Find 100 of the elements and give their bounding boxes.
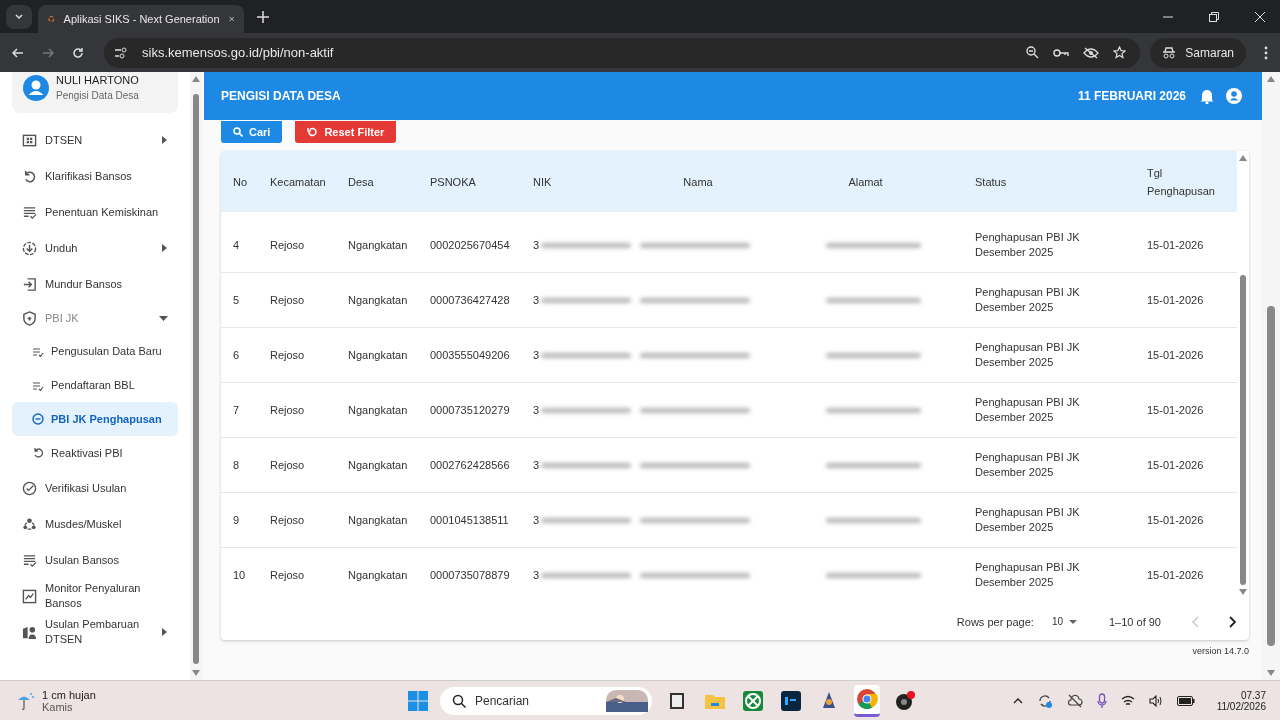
scroll-down-icon[interactable] xyxy=(1267,670,1275,676)
wifi-icon[interactable] xyxy=(1120,694,1135,707)
clock[interactable]: 07.37 11/02/2026 xyxy=(1216,689,1266,712)
nav-subitem[interactable]: Pengusulan Data Baru xyxy=(12,334,178,368)
chevron-up-icon[interactable] xyxy=(1012,697,1023,704)
close-icon[interactable] xyxy=(1255,11,1265,22)
url-text: siks.kemensos.go.id/pbi/non-aktif xyxy=(142,45,334,60)
table-cell: 3 xyxy=(533,569,540,581)
nav-item[interactable]: Verifikasi Usulan xyxy=(0,470,190,506)
people-icon xyxy=(22,516,37,532)
nav-item[interactable]: Usulan Pembaruan DTSEN xyxy=(0,614,190,650)
table-cell-text: Penghapusan PBI JK Desember 2025 xyxy=(975,395,1081,425)
table-cell-text: Rejoso xyxy=(270,294,306,306)
taskbar-search[interactable]: Pencarian xyxy=(440,686,652,715)
table-cell-text: Ngangkatan xyxy=(348,404,409,416)
chevron-down-icon xyxy=(14,12,24,22)
nav-subitem[interactable]: Reaktivasi PBI xyxy=(12,436,178,470)
more-icon[interactable] xyxy=(1264,45,1268,60)
table-cell-text: 4 xyxy=(233,239,241,251)
scroll-up-icon[interactable] xyxy=(1239,155,1247,161)
exit-icon xyxy=(22,276,37,292)
scroll-up-icon[interactable] xyxy=(1267,76,1275,82)
restore-icon[interactable] xyxy=(1209,11,1219,22)
next-page-icon[interactable] xyxy=(1229,615,1237,628)
search-icon xyxy=(452,693,466,708)
table-cell-text: 0000736427428 xyxy=(430,294,511,306)
table-cell-text: Penghapusan PBI JK Desember 2025 xyxy=(975,505,1081,535)
scroll-down-icon[interactable] xyxy=(192,670,200,676)
table-cell-text: Penghapusan PBI JK Desember 2025 xyxy=(975,450,1081,480)
star-icon[interactable] xyxy=(1113,46,1127,59)
chart-icon xyxy=(22,588,37,604)
table-cell-text: Penghapusan PBI JK Desember 2025 xyxy=(975,230,1081,260)
table-cell-text: 0002025670454 xyxy=(430,239,511,251)
table-cell-text: 0003555049206 xyxy=(430,349,511,361)
site-icon xyxy=(48,13,55,25)
rain-umbrella-icon xyxy=(16,690,36,711)
nav-item[interactable]: Monitor Penyaluran Bansos xyxy=(0,578,190,614)
scroll-down-icon[interactable] xyxy=(1239,589,1247,595)
nav-item[interactable]: DTSEN xyxy=(0,122,190,158)
weather-text: 1 cm hujan xyxy=(42,688,96,701)
table-cell-text: 0000735078879 xyxy=(430,569,511,581)
nav-item[interactable]: Usulan Bansos xyxy=(0,542,190,578)
table-cell-text: Rejoso xyxy=(270,569,306,581)
table-cell-text: 0001045138511 xyxy=(430,514,510,526)
account-icon[interactable] xyxy=(1226,88,1242,104)
zoom-icon[interactable] xyxy=(1026,46,1040,59)
cloud-off-icon[interactable] xyxy=(1066,693,1083,708)
role-title: PENGISI DATA DESA xyxy=(221,89,341,103)
table-cell: 3 xyxy=(533,294,540,306)
browser-tab[interactable]: Aplikasi SIKS - Next Generation xyxy=(38,5,244,33)
sync-icon[interactable] xyxy=(1036,692,1053,709)
table-cell-text: 5 xyxy=(233,294,241,306)
reset-filter-button[interactable]: Reset Filter xyxy=(295,121,397,143)
column-header: Status xyxy=(975,175,1008,188)
table-cell: 3 xyxy=(533,239,540,251)
nav-item[interactable]: Klarifikasi Bansos xyxy=(0,158,190,194)
rows-per-page-select[interactable]: 10 xyxy=(1051,616,1077,627)
speaker-icon[interactable] xyxy=(1148,694,1163,707)
forward-icon[interactable] xyxy=(42,46,54,59)
scroll-up-icon[interactable] xyxy=(192,76,200,82)
download-icon xyxy=(22,240,37,256)
battery-icon[interactable] xyxy=(1176,695,1195,706)
tab-title: Aplikasi SIKS - Next Generation xyxy=(63,13,220,25)
grid-icon xyxy=(22,132,37,148)
table-cell-text: Rejoso xyxy=(270,514,306,526)
eye-slash-icon[interactable] xyxy=(1083,46,1100,59)
site-settings-icon[interactable] xyxy=(114,46,128,59)
back-icon[interactable] xyxy=(12,46,24,59)
bell-icon[interactable] xyxy=(1200,88,1214,104)
table-cell-text: 10 xyxy=(233,569,247,581)
nav-item[interactable]: PBI JK xyxy=(0,302,190,334)
address-bar[interactable]: siks.kemensos.go.id/pbi/non-aktif xyxy=(104,37,1141,68)
nav-item[interactable]: Musdes/Muskel xyxy=(0,506,190,542)
table-cell-text: 15-01-2026 xyxy=(1147,569,1205,581)
nav-item[interactable]: Mundur Bansos xyxy=(0,266,190,302)
search-icon xyxy=(233,127,243,137)
profile-button[interactable]: Samaran xyxy=(1150,37,1246,68)
column-header: Alamat xyxy=(847,175,884,188)
chrome-icon[interactable] xyxy=(854,684,880,717)
new-tab-icon[interactable] xyxy=(257,11,269,23)
nav-item[interactable]: Penentuan Kemiskinan xyxy=(0,194,190,230)
weather-day: Kamis xyxy=(42,700,96,713)
date-text: 11 FEBRUARI 2026 xyxy=(1077,89,1186,103)
windows-start-icon[interactable] xyxy=(408,690,428,711)
search-button[interactable]: Cari xyxy=(221,121,283,143)
key-icon[interactable] xyxy=(1053,47,1070,58)
table-cell-text: 15-01-2026 xyxy=(1147,349,1205,361)
nav-subitem[interactable]: Pendaftaran BBL xyxy=(12,368,178,402)
checklist-icon xyxy=(32,345,44,357)
nav-subitem[interactable]: PBI JK Penghapusan xyxy=(12,402,178,436)
nav-item[interactable]: Unduh xyxy=(0,230,190,266)
table-cell-text: Ngangkatan xyxy=(348,514,409,526)
shield-icon xyxy=(22,310,37,326)
avatar-icon xyxy=(23,75,49,101)
microphone-icon[interactable] xyxy=(1096,692,1107,709)
reload-icon[interactable] xyxy=(72,46,84,59)
table-cell-text: 6 xyxy=(233,349,241,361)
table-cell-text: Ngangkatan xyxy=(348,459,409,471)
table-cell-text: Rejoso xyxy=(270,459,306,471)
tab-list-button[interactable] xyxy=(6,5,32,29)
